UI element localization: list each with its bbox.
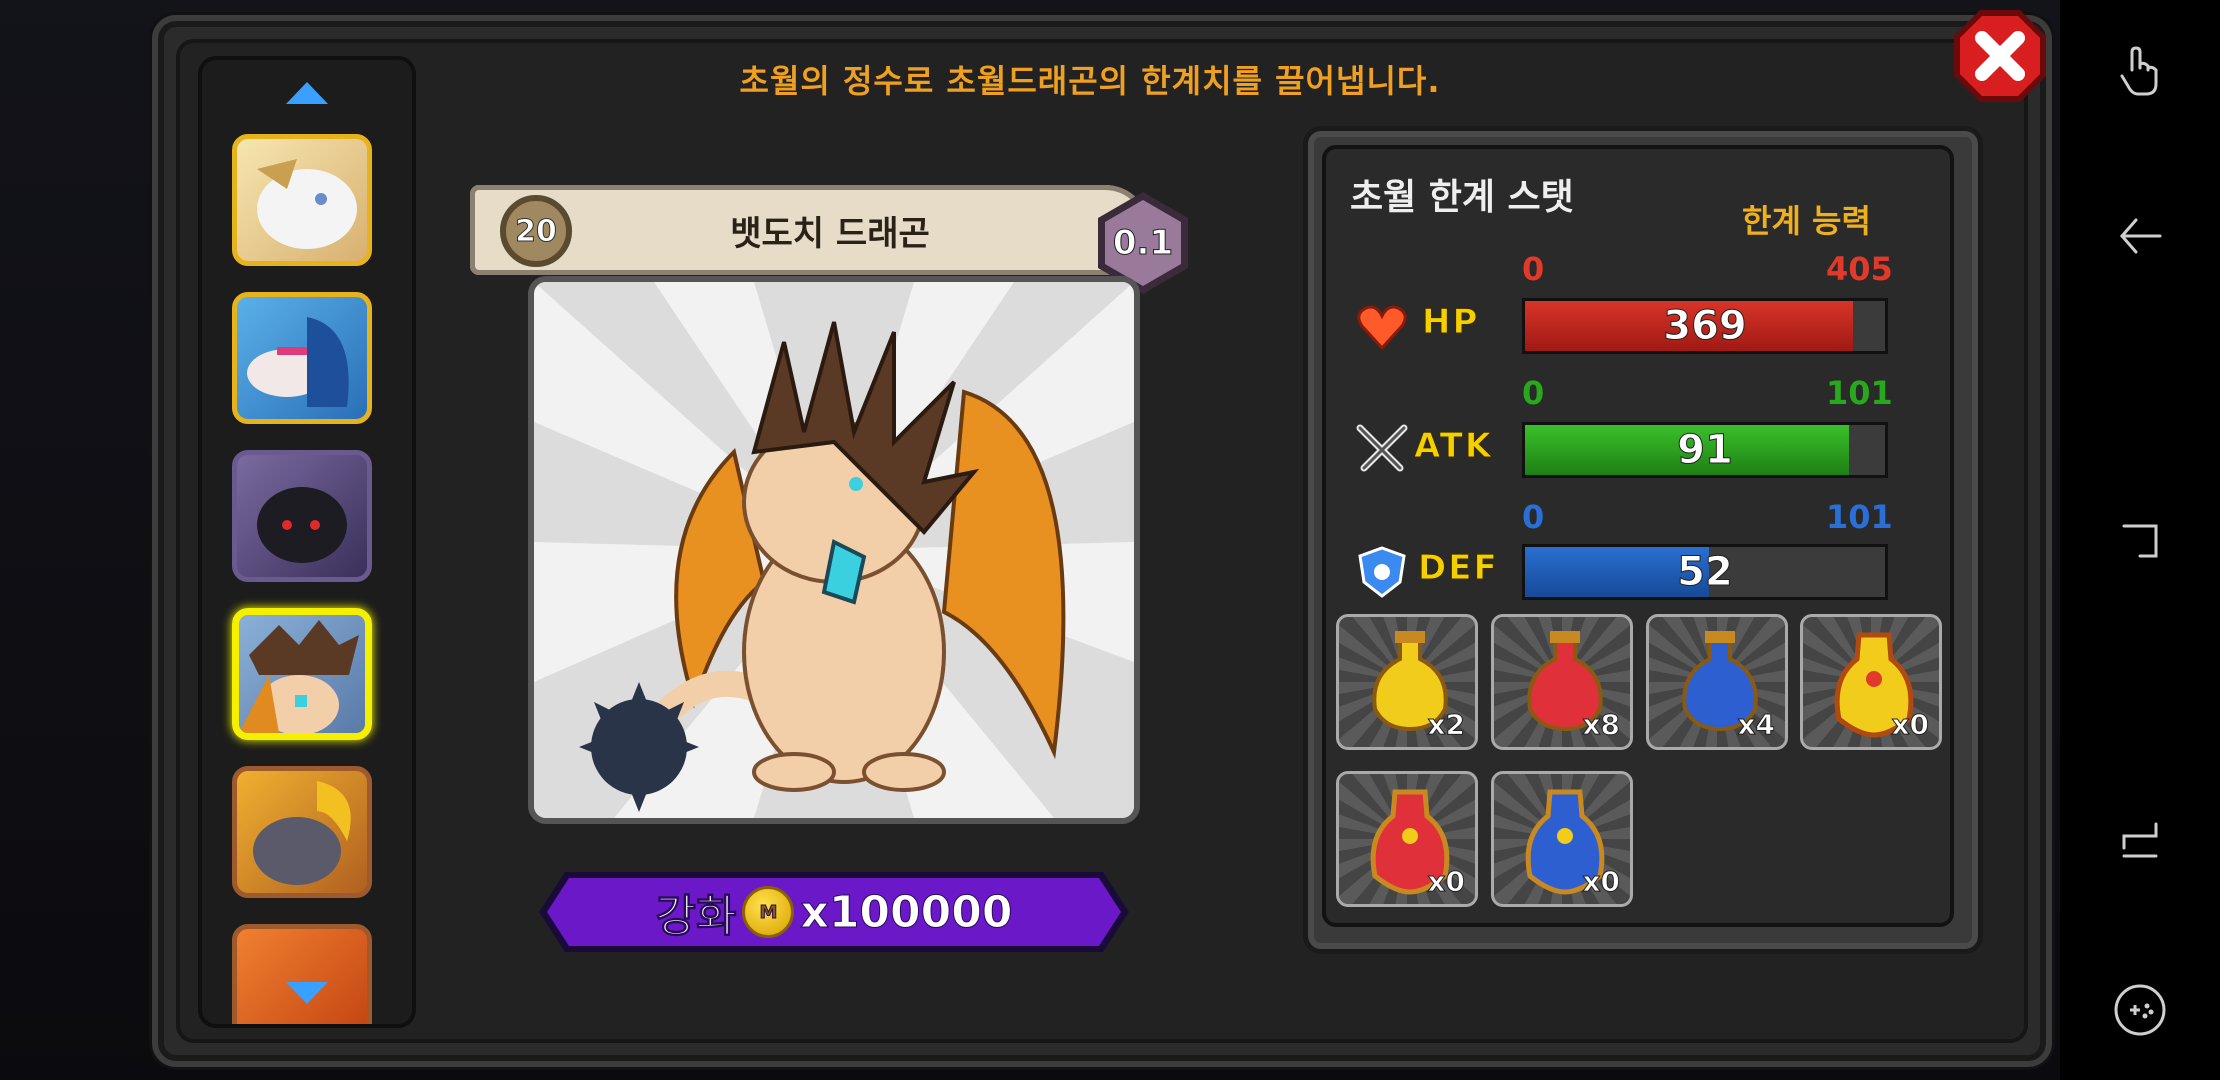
atk-value: 91: [1677, 427, 1734, 474]
dragon-thumb-sea-dragon[interactable]: [232, 292, 372, 424]
upgrade-label: 강화: [655, 891, 737, 943]
crossed-swords-icon: [1356, 424, 1408, 472]
recent-apps-icon[interactable]: [2110, 510, 2170, 570]
stats-title: 초월 한계 스탯: [1350, 177, 1574, 218]
shield-icon: [1358, 546, 1406, 598]
def-value: 52: [1677, 549, 1734, 596]
item-slot-gold-grand-potion[interactable]: x0: [1800, 614, 1942, 750]
dragon-portrait: [528, 276, 1140, 824]
heart-icon: [1357, 305, 1407, 351]
item-count: x8: [1582, 708, 1621, 742]
atk-max: 101: [1826, 374, 1893, 412]
coin-icon: M: [742, 886, 795, 938]
item-count: x0: [1582, 865, 1621, 899]
def-label: DEF: [1418, 548, 1499, 589]
hp-max: 405: [1826, 250, 1893, 288]
dragon-thumb-orange-dragon[interactable]: [232, 924, 372, 1024]
item-slot-blue-grand-potion[interactable]: x0: [1491, 771, 1633, 907]
header-message: 초월의 정수로 초월드래곤의 한계치를 끌어냅니다.: [739, 62, 1441, 100]
touch-gesture-icon[interactable]: [2110, 40, 2170, 100]
item-slot-blue-potion[interactable]: x4: [1646, 614, 1788, 750]
item-count: x0: [1427, 865, 1466, 899]
game-tools-icon[interactable]: [2110, 980, 2170, 1040]
dragon-thumb-white-dragon[interactable]: [232, 134, 372, 266]
item-slot-red-potion[interactable]: x8: [1491, 614, 1633, 750]
close-button[interactable]: [1950, 6, 2050, 106]
dragon-list[interactable]: [198, 56, 416, 1028]
back-icon[interactable]: [2110, 206, 2170, 266]
scroll-up-arrow-icon[interactable]: [282, 78, 332, 108]
def-bar: 52: [1522, 544, 1888, 600]
system-navigation-bar: [2060, 0, 2220, 1080]
item-slot-red-grand-potion[interactable]: x0: [1336, 771, 1478, 907]
atk-min: 0: [1522, 374, 1545, 412]
def-max: 101: [1826, 498, 1893, 536]
hp-label: HP: [1421, 302, 1480, 343]
upgrade-cost: x100000: [800, 886, 1013, 938]
level-badge: 20: [500, 195, 572, 267]
atk-bar: 91: [1522, 422, 1888, 478]
item-count: x2: [1427, 708, 1466, 742]
dragon-thumb-golden-horn-dragon[interactable]: [232, 766, 372, 898]
dragon-thumb-dark-dragon[interactable]: [232, 450, 372, 582]
dragon-thumb-hedgehog-dragon[interactable]: [232, 608, 372, 740]
hp-bar: 369: [1522, 298, 1888, 354]
item-slot-yellow-potion[interactable]: x2: [1336, 614, 1478, 750]
limit-ability-label: 한계 능력: [1742, 202, 1871, 240]
item-count: x0: [1891, 708, 1930, 742]
atk-label: ATK: [1413, 426, 1494, 467]
item-count: x4: [1737, 708, 1776, 742]
dragon-illustration: [534, 282, 1134, 818]
home-icon[interactable]: [2110, 812, 2170, 872]
def-min: 0: [1522, 498, 1545, 536]
dragon-name: 뱃도치 드래곤: [730, 214, 930, 254]
scroll-down-arrow-icon[interactable]: [282, 978, 332, 1008]
hp-min: 0: [1522, 250, 1545, 288]
upgrade-button[interactable]: 강화 M x100000: [535, 868, 1133, 956]
hp-value: 369: [1663, 303, 1748, 350]
